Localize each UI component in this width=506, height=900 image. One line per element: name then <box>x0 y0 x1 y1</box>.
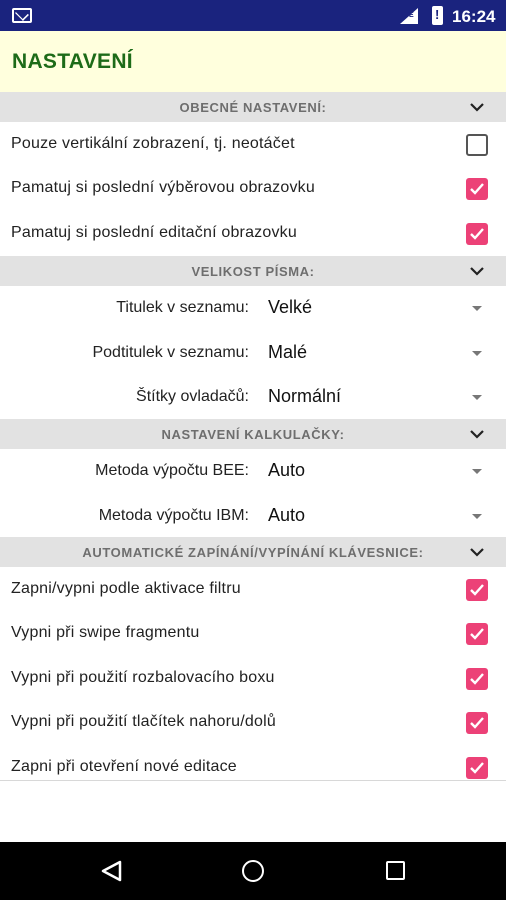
setting-label: Pamatuj si poslední editační obrazovku <box>11 224 297 241</box>
section-header-font-size[interactable]: VELIKOST PÍSMA: <box>0 256 506 286</box>
select-value[interactable]: Velké <box>268 297 312 318</box>
back-icon[interactable] <box>100 860 122 882</box>
setting-label: Vypni při použití rozbalovacího boxu <box>11 669 275 686</box>
divider <box>0 780 506 781</box>
select-row[interactable]: Titulek v seznamu: Velké <box>0 286 506 330</box>
section-header-calculator[interactable]: NASTAVENÍ KALKULAČKY: <box>0 419 506 449</box>
select-row[interactable]: Podtitulek v seznamu: Malé <box>0 331 506 375</box>
section-title: AUTOMATICKÉ ZAPÍNÁNÍ/VYPÍNÁNÍ KLÁVESNICE… <box>82 545 424 560</box>
home-icon[interactable] <box>242 860 264 882</box>
dropdown-arrow-icon[interactable] <box>472 351 482 356</box>
select-row[interactable]: Štítky ovladačů: Normální <box>0 375 506 419</box>
setting-row[interactable]: Vypni při použití rozbalovacího boxu <box>0 656 506 700</box>
checkbox[interactable] <box>466 579 488 601</box>
select-value[interactable]: Normální <box>268 386 341 407</box>
signal-icon: LTE <box>400 8 418 24</box>
select-row[interactable]: Metoda výpočtu BEE: Auto <box>0 449 506 493</box>
select-row[interactable]: Metoda výpočtu IBM: Auto <box>0 494 506 538</box>
checkbox[interactable] <box>466 757 488 779</box>
checkbox[interactable] <box>466 223 488 245</box>
setting-label: Zapni/vypni podle aktivace filtru <box>11 580 241 597</box>
checkbox[interactable] <box>466 668 488 690</box>
mail-icon <box>12 8 32 23</box>
chevron-down-icon <box>470 103 484 112</box>
checkbox[interactable] <box>466 178 488 200</box>
setting-row[interactable]: Vypni při swipe fragmentu <box>0 611 506 655</box>
checkbox[interactable] <box>466 623 488 645</box>
recent-apps-icon[interactable] <box>386 861 405 880</box>
checkbox[interactable] <box>466 134 488 156</box>
setting-label: Pouze vertikální zobrazení, tj. neotáčet <box>11 135 295 152</box>
dropdown-arrow-icon[interactable] <box>472 306 482 311</box>
app-bar: NASTAVENÍ <box>0 31 506 92</box>
setting-row[interactable]: Vypni při použití tlačítek nahoru/dolů <box>0 700 506 744</box>
select-value[interactable]: Malé <box>268 342 307 363</box>
section-title: OBECNÉ NASTAVENÍ: <box>179 100 327 115</box>
setting-label: Vypni při swipe fragmentu <box>11 624 200 641</box>
section-title: VELIKOST PÍSMA: <box>191 264 315 279</box>
navigation-bar <box>0 842 506 900</box>
setting-label: Zapni při otevření nové editace <box>11 758 237 775</box>
checkbox[interactable] <box>466 712 488 734</box>
chevron-down-icon <box>470 548 484 557</box>
page-title: NASTAVENÍ <box>12 50 133 73</box>
select-label: Titulek v seznamu: <box>116 299 249 316</box>
select-label: Metoda výpočtu BEE: <box>95 462 249 479</box>
setting-row[interactable]: Pouze vertikální zobrazení, tj. neotáčet <box>0 122 506 166</box>
select-value[interactable]: Auto <box>268 460 305 481</box>
setting-label: Vypni při použití tlačítek nahoru/dolů <box>11 713 276 730</box>
chevron-down-icon <box>470 267 484 276</box>
setting-row[interactable]: Pamatuj si poslední výběrovou obrazovku <box>0 166 506 210</box>
setting-row[interactable]: Zapni při otevření nové editace <box>0 745 506 789</box>
setting-row[interactable]: Zapni/vypni podle aktivace filtru <box>0 567 506 611</box>
svg-text:LTE: LTE <box>401 12 414 19</box>
dropdown-arrow-icon[interactable] <box>472 469 482 474</box>
select-label: Metoda výpočtu IBM: <box>98 507 249 524</box>
status-bar: LTE 16:24 <box>0 0 506 31</box>
section-header-keyboard[interactable]: AUTOMATICKÉ ZAPÍNÁNÍ/VYPÍNÁNÍ KLÁVESNICE… <box>0 537 506 567</box>
status-time: 16:24 <box>452 7 496 26</box>
setting-label: Pamatuj si poslední výběrovou obrazovku <box>11 179 315 196</box>
select-value[interactable]: Auto <box>268 505 305 526</box>
dropdown-arrow-icon[interactable] <box>472 395 482 400</box>
battery-icon <box>432 6 443 25</box>
section-title: NASTAVENÍ KALKULAČKY: <box>161 427 345 442</box>
chevron-down-icon <box>470 430 484 439</box>
select-label: Štítky ovladačů: <box>136 388 249 405</box>
select-label: Podtitulek v seznamu: <box>92 344 249 361</box>
dropdown-arrow-icon[interactable] <box>472 514 482 519</box>
setting-row[interactable]: Pamatuj si poslední editační obrazovku <box>0 211 506 255</box>
section-header-general[interactable]: OBECNÉ NASTAVENÍ: <box>0 92 506 122</box>
